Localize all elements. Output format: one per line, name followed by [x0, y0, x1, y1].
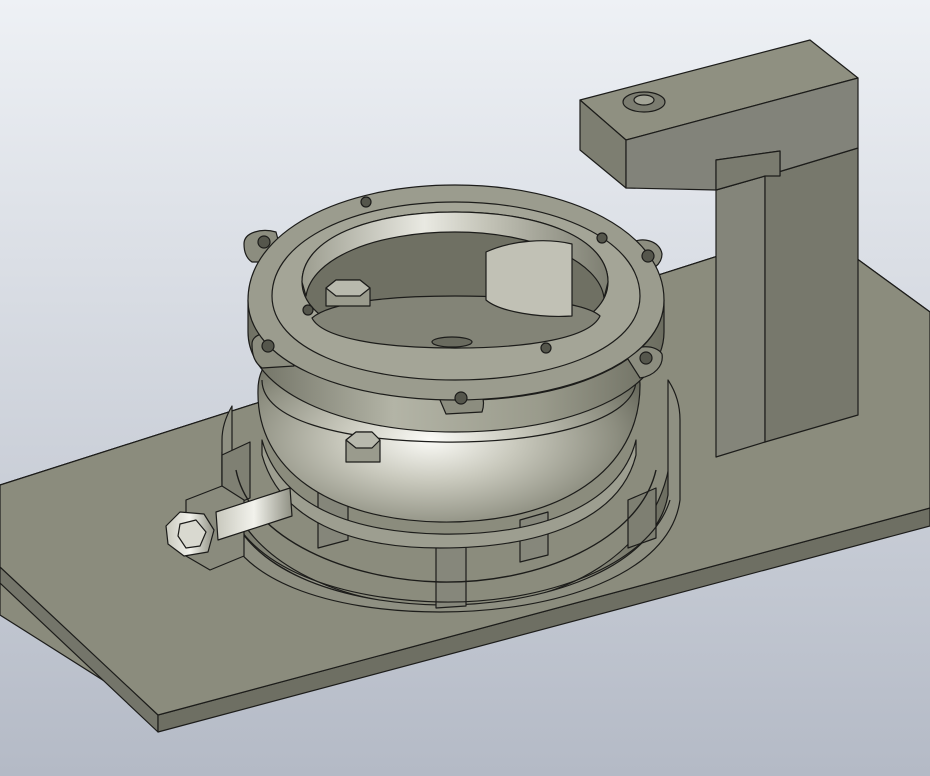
- flange-ear-hole-front: [454, 391, 468, 405]
- cad-3d-viewport[interactable]: [0, 0, 930, 776]
- clamp-lug-front: [435, 544, 467, 609]
- bracket-post-front: [715, 175, 766, 458]
- flange-ear-hole-front-right: [639, 351, 653, 365]
- bracket-post-side: [764, 147, 859, 443]
- hex-nut-front-icon[interactable]: [345, 431, 381, 463]
- top-flange[interactable]: [243, 184, 665, 433]
- bracket-hole-icon[interactable]: [622, 91, 666, 113]
- bore-center-hole: [431, 336, 473, 348]
- hex-nut-top-face: [325, 279, 371, 297]
- flange-hole-2: [596, 232, 608, 244]
- hex-nut-top-icon[interactable]: [325, 279, 371, 307]
- flange-hole-4: [540, 342, 552, 354]
- flange-hole-3: [302, 304, 314, 316]
- model-render[interactable]: [0, 0, 930, 776]
- bore-slot: [485, 240, 573, 317]
- flange-ear-hole-front-left: [261, 339, 275, 353]
- flange-hole-1: [360, 196, 372, 208]
- counterbore-inner: [633, 94, 655, 106]
- flange-ear-hole-right: [641, 249, 655, 263]
- flange-ear-hole-left: [257, 235, 271, 249]
